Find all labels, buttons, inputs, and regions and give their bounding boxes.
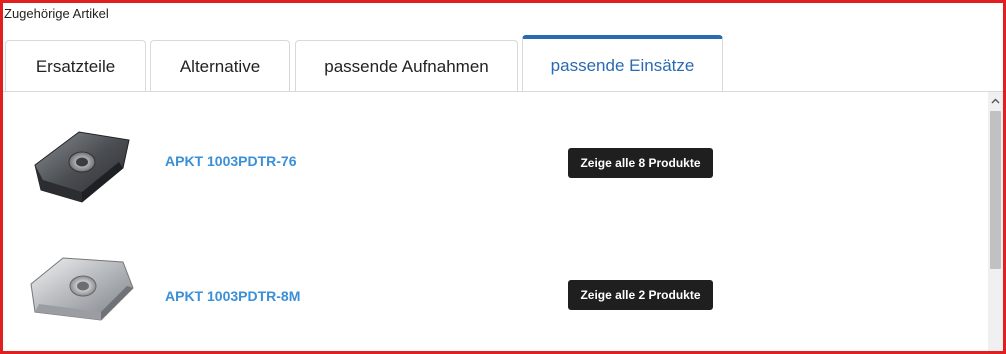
vertical-scrollbar[interactable] — [988, 92, 1003, 351]
show-products-button[interactable]: Zeige alle 2 Produkte — [568, 280, 713, 310]
tab-passende-aufnahmen[interactable]: passende Aufnahmen — [295, 40, 518, 92]
article-link[interactable]: APKT 1003PDTR-76 — [165, 153, 297, 169]
article-link[interactable]: APKT 1003PDTR-8M — [165, 288, 300, 304]
dark-insert-image[interactable] — [27, 110, 137, 220]
chevron-up-icon[interactable] — [988, 92, 1003, 109]
list-item: APKT 1003PDTR-76 Zeige alle 8 Produkte — [3, 92, 988, 222]
show-products-button[interactable]: Zeige alle 8 Produkte — [568, 148, 713, 178]
section-title: Zugehörige Artikel — [4, 6, 109, 21]
tab-alternative[interactable]: Alternative — [150, 40, 290, 92]
scrollbar-thumb[interactable] — [990, 111, 1001, 269]
tab-passende-einsaetze[interactable]: passende Einsätze — [522, 35, 723, 92]
tab-ersatzteile[interactable]: Ersatzteile — [5, 40, 146, 92]
silver-insert-image[interactable] — [27, 236, 137, 346]
related-articles-list: APKT 1003PDTR-76 Zeige alle 8 Produkte A… — [3, 92, 988, 351]
list-item: APKT 1003PDTR-8M Zeige alle 2 Produkte — [3, 222, 988, 351]
